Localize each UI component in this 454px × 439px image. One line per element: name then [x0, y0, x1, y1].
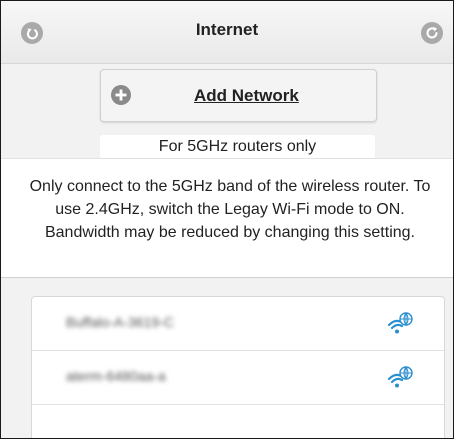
- network-list: Buffalo-A-3619-C aterm-6480aa-a: [31, 296, 445, 438]
- wifi-globe-icon: [387, 366, 413, 388]
- wifi-globe-icon: [387, 312, 413, 334]
- app-frame: Internet Add Network For 5GHz routers on…: [0, 0, 454, 439]
- header-bar: Internet: [1, 1, 453, 64]
- network-ssid: Buffalo-A-3619-C: [66, 314, 174, 330]
- add-network-label: Add Network: [194, 86, 299, 105]
- list-item-network-2[interactable]: aterm-6480aa-a: [32, 351, 444, 405]
- network-ssid: aterm-6480aa-a: [66, 368, 166, 384]
- list-item-network-1[interactable]: Buffalo-A-3619-C: [32, 297, 444, 351]
- description-panel: Only connect to the 5GHz band of the wir…: [1, 158, 453, 278]
- description-text: Only connect to the 5GHz band of the wir…: [29, 178, 431, 241]
- page-title: Internet: [195, 20, 259, 39]
- band-note: For 5GHz routers only: [100, 135, 375, 159]
- plus-circle-icon: [111, 85, 131, 105]
- refresh-button[interactable]: [421, 22, 443, 44]
- refresh-icon: [426, 27, 438, 39]
- add-network-button[interactable]: Add Network: [100, 69, 377, 122]
